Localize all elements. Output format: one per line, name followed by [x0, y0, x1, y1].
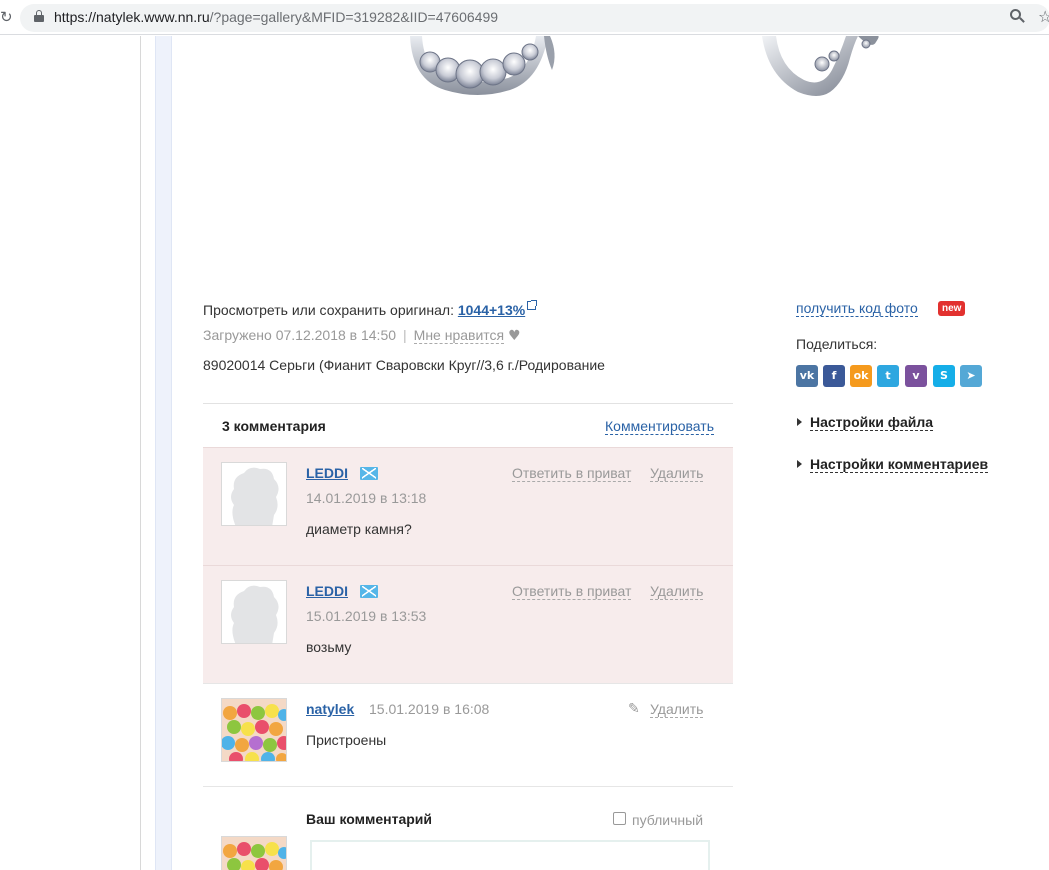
browser-toolbar: ↻ https://natylek.www.nn.ru/?page=galler…	[0, 0, 1049, 35]
original-size-link[interactable]: 1044+13%	[458, 302, 525, 318]
comment-date: 14.01.2019 в 13:18	[306, 490, 427, 506]
photo-description: 89020014 Серьги (Фианит Сваровски Круг//…	[203, 357, 605, 373]
caret-right-icon	[797, 460, 802, 468]
earring-left-image	[410, 36, 555, 95]
public-checkbox-label[interactable]: публичный	[632, 812, 703, 828]
reply-private-button[interactable]: Ответить в приват	[512, 583, 632, 600]
comment-text: диаметр камня?	[306, 521, 412, 537]
skype-icon[interactable]: S	[933, 365, 955, 387]
vk-icon[interactable]: vk	[796, 365, 818, 387]
reload-icon[interactable]: ↻	[0, 8, 13, 26]
original-label: Просмотреть или сохранить оригинал:	[203, 302, 454, 318]
twitter-icon[interactable]: t	[877, 365, 899, 387]
odnoklassniki-icon[interactable]: ok	[850, 365, 872, 387]
comment-date: 15.01.2019 в 16:08	[369, 701, 490, 717]
gallery-side-strip	[155, 36, 172, 870]
left-column-divider	[140, 36, 141, 870]
file-settings-toggle[interactable]: Настройки файла	[797, 414, 934, 431]
facebook-icon[interactable]: f	[823, 365, 845, 387]
earring-right-image	[762, 36, 879, 96]
candy-avatar-image	[222, 837, 286, 870]
bookmark-star-icon[interactable]: ☆	[1038, 7, 1049, 26]
avatar[interactable]	[221, 580, 287, 644]
pencil-icon[interactable]: ✎	[628, 701, 640, 717]
comments-header: 3 комментария Комментировать	[203, 403, 733, 447]
heart-icon[interactable]: ♥	[508, 328, 521, 344]
original-size-line: Просмотреть или сохранить оригинал: 1044…	[203, 300, 538, 318]
avatar	[221, 836, 287, 870]
like-button[interactable]: Мне нравится	[413, 327, 505, 344]
comment-date: 15.01.2019 в 13:53	[306, 608, 427, 624]
share-label: Поделиться:	[796, 336, 878, 352]
upload-date: Загружено 07.12.2018 в 14:50	[203, 327, 397, 343]
avatar[interactable]	[221, 698, 287, 762]
mail-icon[interactable]	[360, 585, 378, 598]
delete-comment-button[interactable]: Удалить	[650, 465, 704, 482]
candy-avatar-image	[222, 699, 286, 761]
get-photo-code-link[interactable]: получить код фото	[796, 300, 918, 317]
delete-comment-button[interactable]: Удалить	[650, 583, 704, 600]
separator: |	[403, 327, 407, 343]
comments-count: 3 комментария	[222, 418, 326, 434]
default-avatar-icon	[231, 467, 279, 525]
comment-author[interactable]: LEDDI	[306, 583, 348, 599]
external-link-icon[interactable]	[527, 300, 538, 310]
comment-item: natylek 15.01.2019 в 16:08 Пристроены ✎ …	[203, 683, 733, 787]
comment-text: Пристроены	[306, 732, 387, 748]
add-comment-button[interactable]: Комментировать	[605, 418, 714, 435]
new-badge: new	[938, 301, 966, 316]
mail-icon[interactable]	[360, 467, 378, 480]
avatar[interactable]	[221, 462, 287, 526]
delete-comment-button[interactable]: Удалить	[650, 701, 704, 718]
comment-settings-toggle[interactable]: Настройки комментариев	[797, 456, 989, 473]
comment-author[interactable]: LEDDI	[306, 465, 348, 481]
viber-icon[interactable]: v	[905, 365, 927, 387]
comment-textarea[interactable]	[310, 840, 710, 870]
telegram-icon[interactable]: ➤	[960, 365, 982, 387]
comment-item: LEDDI 15.01.2019 в 13:53 возьму Ответить…	[203, 565, 733, 683]
default-avatar-icon	[231, 585, 279, 643]
comment-form-label: Ваш комментарий	[306, 811, 433, 827]
zoom-icon[interactable]	[1010, 9, 1025, 24]
lock-icon[interactable]	[34, 10, 44, 22]
url-text[interactable]: https://natylek.www.nn.ru/?page=gallery&…	[54, 9, 498, 25]
comment-author[interactable]: natylek	[306, 701, 354, 717]
public-checkbox[interactable]	[613, 812, 626, 825]
comment-item: LEDDI 14.01.2019 в 13:18 диаметр камня? …	[203, 447, 733, 565]
comment-text: возьму	[306, 639, 352, 655]
caret-right-icon	[797, 418, 802, 426]
upload-info-line: Загружено 07.12.2018 в 14:50 | Мне нравитс…	[203, 327, 521, 344]
reply-private-button[interactable]: Ответить в приват	[512, 465, 632, 482]
